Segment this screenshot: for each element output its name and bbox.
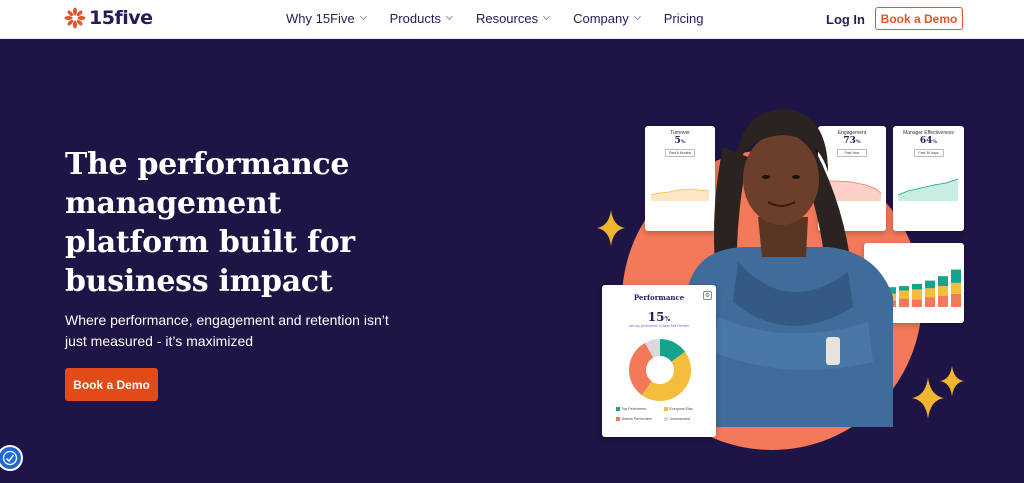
book-demo-hero-button[interactable]: Book a Demo <box>65 368 158 401</box>
nav-link-company[interactable]: Company <box>573 11 641 26</box>
top-navbar: 15five Why 15Five Products Resources Com… <box>0 0 1024 39</box>
accessibility-icon <box>2 450 18 466</box>
bar-segment <box>912 299 922 307</box>
chevron-down-icon <box>633 12 641 21</box>
legend-item: Unmeasured <box>664 417 712 421</box>
sparkle-icon <box>597 210 625 246</box>
bar-segment <box>938 296 948 307</box>
bar-segment <box>899 286 909 291</box>
fifteen-five-logo-icon <box>64 7 86 29</box>
logo[interactable]: 15five <box>64 7 153 29</box>
bar-segment <box>912 283 922 290</box>
bar-segment <box>938 286 948 296</box>
settings-icon[interactable]: ⚙ <box>703 291 712 300</box>
bar-segment <box>951 269 961 283</box>
login-link[interactable]: Log In <box>826 12 865 27</box>
chevron-down-icon <box>543 12 551 21</box>
nav-link-products[interactable]: Products <box>390 11 453 26</box>
bar-segment <box>951 293 961 307</box>
bar-segment <box>899 290 909 299</box>
legend-item: Bottom Performers <box>616 417 664 421</box>
bar-segment <box>938 276 948 287</box>
hero-headline: The performance management platform buil… <box>65 147 355 299</box>
manager-area-chart <box>897 178 959 201</box>
bar-segment <box>925 280 935 289</box>
bar-segment <box>951 282 961 294</box>
accessibility-button[interactable] <box>0 445 23 471</box>
donut-legend: Top Performers Everyone Else Bottom Perf… <box>616 407 712 421</box>
logo-text: 15five <box>89 7 153 29</box>
manager-effectiveness-card: Manager Effectiveness 64% Past 30 days <box>893 126 964 231</box>
bar-segment <box>899 298 909 307</box>
sparkle-icon <box>940 365 964 397</box>
book-demo-nav-button[interactable]: Book a Demo <box>875 7 963 30</box>
nav-link-why-15five[interactable]: Why 15Five <box>286 11 367 26</box>
performance-card: ⚙ Performance 15% are top performers in … <box>602 285 716 437</box>
hero-subtext: Where performance, engagement and retent… <box>65 312 389 349</box>
chevron-down-icon <box>359 12 367 21</box>
bar-segment <box>912 289 922 300</box>
chevron-down-icon <box>445 12 453 21</box>
nav-links: Why 15Five Products Resources Company Pr… <box>286 11 727 26</box>
performance-donut-chart <box>629 339 691 401</box>
bar-segment <box>925 288 935 298</box>
nav-link-pricing[interactable]: Pricing <box>664 11 704 26</box>
legend-item: Everyone Else <box>664 407 712 411</box>
legend-item: Top Performers <box>616 407 664 411</box>
nav-link-resources[interactable]: Resources <box>476 11 551 26</box>
bar-segment <box>925 297 935 307</box>
